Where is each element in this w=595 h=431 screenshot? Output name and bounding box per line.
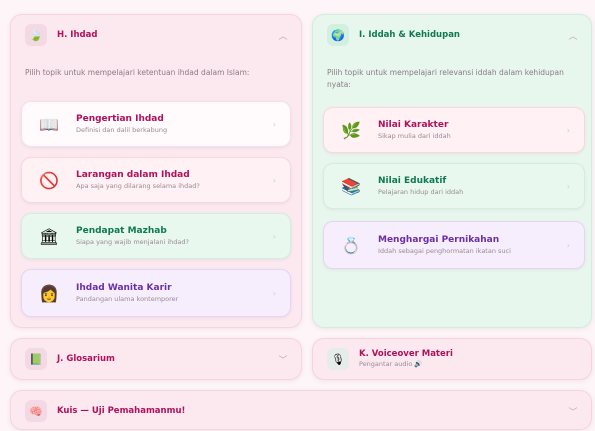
card-subtitle: Pelajaran hidup dari iddah	[378, 188, 464, 196]
ihdad-panel-header[interactable]: 🍃 H. Ihdad ︿	[11, 15, 301, 55]
chevron-right-icon: ›	[566, 125, 570, 135]
voiceover-subtitle: Pengantar audio 🔊	[359, 360, 423, 368]
ring-icon: 💍	[341, 235, 361, 255]
card-subtitle: Pandangan ulama kontemporer	[76, 295, 179, 303]
chevron-right-icon: ›	[566, 181, 570, 191]
plant-icon: 🌿	[341, 120, 361, 140]
books-icon: 📚	[341, 176, 361, 196]
globe-icon: 🌍	[327, 24, 349, 46]
card-nilai-edukatif[interactable]: 📚 Nilai Edukatif Pelajaran hidup dari id…	[323, 163, 585, 209]
leaf-icon: 🍃	[25, 24, 47, 46]
working-woman-icon: 👩	[39, 283, 59, 303]
brain-icon: 🧠	[25, 400, 47, 422]
card-title: Nilai Edukatif	[378, 176, 447, 186]
card-pengertian-ihdad[interactable]: 📖 Pengertian Ihdad Definisi dan dalil be…	[21, 101, 291, 147]
voiceover-panel[interactable]: 🎙 K. Voiceover Materi Pengantar audio 🔊	[312, 338, 592, 380]
open-book-icon: 📖	[39, 114, 59, 134]
card-nilai-karakter[interactable]: 🌿 Nilai Karakter Sikap mulia dari iddah …	[323, 107, 585, 153]
house-icon: 🏛	[38, 226, 60, 246]
kuis-panel[interactable]: 🧠 Kuis — Uji Pemahamanmu! ﹀	[10, 390, 592, 430]
chevron-right-icon: ›	[272, 231, 276, 241]
kuis-title: Kuis — Uji Pemahamanmu!	[57, 406, 186, 416]
book-icon: 📗	[25, 348, 47, 370]
microphone-icon: 🎙	[327, 348, 349, 370]
card-title: Ihdad Wanita Karir	[76, 283, 172, 293]
chevron-up-icon[interactable]: ︿	[279, 31, 288, 42]
card-menghargai-pernikahan[interactable]: 💍 Menghargai Pernikahan Iddah sebagai pe…	[323, 221, 585, 269]
card-ihdad-wanita-karir[interactable]: 👩 Ihdad Wanita Karir Pandangan ulama kon…	[21, 269, 291, 317]
chevron-down-icon[interactable]: ﹀	[569, 407, 578, 418]
card-title: Pendapat Mazhab	[76, 226, 167, 236]
ihdad-intro-text: Pilih topik untuk mempelajari ketentuan …	[25, 68, 250, 77]
card-title: Pengertian Ihdad	[76, 114, 164, 124]
card-title: Larangan dalam Ihdad	[76, 170, 190, 180]
iddah-panel-title: I. Iddah & Kehidupan	[359, 30, 460, 40]
iddah-intro-text: Pilih topik untuk mempelajari relevansi …	[327, 68, 564, 89]
chevron-up-icon[interactable]: ︿	[569, 31, 578, 42]
chevron-right-icon: ›	[272, 175, 276, 185]
prohibited-icon: 🚫	[39, 170, 59, 190]
chevron-right-icon: ›	[566, 240, 570, 250]
glosarium-title: J. Glosarium	[57, 354, 115, 364]
chevron-right-icon: ›	[272, 288, 276, 298]
iddah-panel: 🌍 I. Iddah & Kehidupan ︿ Pilih topik unt…	[312, 14, 592, 328]
card-title: Nilai Karakter	[378, 120, 449, 130]
card-larangan-dalam-ihdad[interactable]: 🚫 Larangan dalam Ihdad Apa saja yang dil…	[21, 157, 291, 203]
card-subtitle: Iddah sebagai penghormatan ikatan suci	[378, 247, 511, 255]
chevron-right-icon: ›	[272, 119, 276, 129]
card-subtitle: Siapa yang wajib menjalani ihdad?	[76, 238, 189, 246]
chevron-down-icon[interactable]: ﹀	[279, 355, 288, 366]
card-subtitle: Apa saja yang dilarang selama ihdad?	[76, 182, 200, 190]
card-title: Menghargai Pernikahan	[378, 235, 500, 245]
card-subtitle: Sikap mulia dari iddah	[378, 132, 451, 140]
card-subtitle: Definisi dan dalil berkabung	[76, 126, 168, 134]
voiceover-title: K. Voiceover Materi	[359, 349, 453, 359]
ihdad-panel: 🍃 H. Ihdad ︿ Pilih topik untuk mempelaja…	[10, 14, 302, 328]
ihdad-panel-title: H. Ihdad	[57, 30, 98, 40]
glosarium-panel[interactable]: 📗 J. Glosarium ﹀	[10, 338, 302, 380]
iddah-panel-header[interactable]: 🌍 I. Iddah & Kehidupan ︿	[313, 15, 591, 55]
card-pendapat-mazhab[interactable]: 🏛 Pendapat Mazhab Siapa yang wajib menja…	[21, 213, 291, 259]
